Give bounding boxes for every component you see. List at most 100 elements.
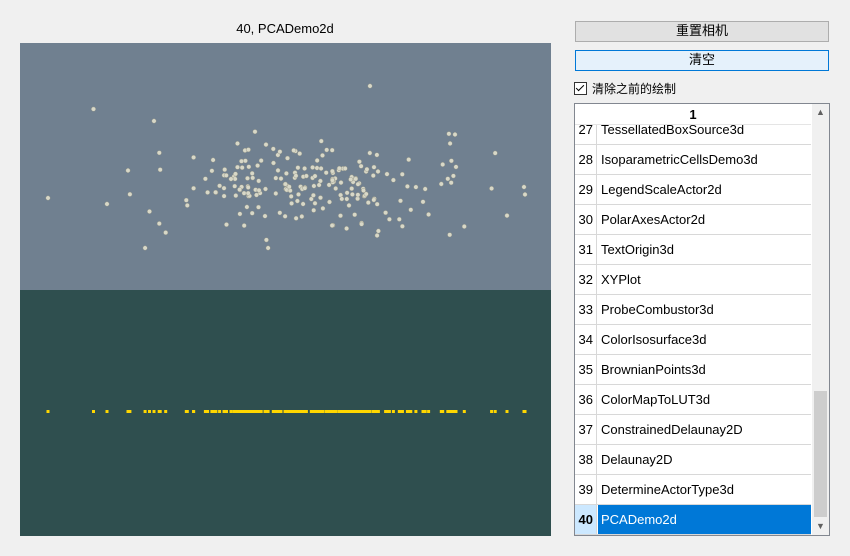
table-row[interactable]: 35 BrownianPoints3d: [575, 355, 811, 385]
scatter-point: [404, 183, 410, 189]
row-demo-name[interactable]: IsoparametricCellsDemo3d: [598, 145, 811, 174]
scatter-point: [336, 165, 342, 171]
table-row[interactable]: 27 TessellatedBoxSource3d: [575, 123, 811, 145]
vertical-scrollbar[interactable]: ▲ ▼: [812, 104, 829, 535]
scatter-point: [318, 166, 324, 171]
projected-point: [462, 410, 466, 413]
table-row[interactable]: 39 DetermineActorType3d: [575, 475, 811, 505]
row-demo-name[interactable]: XYPlot: [598, 265, 811, 294]
row-demo-name[interactable]: ColorMapToLUT3d: [598, 385, 811, 414]
scrollbar-thumb[interactable]: [814, 391, 827, 517]
table-row[interactable]: 37 ConstrainedDelaunay2D: [575, 415, 811, 445]
scatter-point: [263, 237, 269, 243]
projected-point: [143, 410, 147, 413]
scatter-point: [241, 190, 247, 196]
scatter-point: [355, 181, 361, 187]
row-demo-name[interactable]: BrownianPoints3d: [598, 355, 811, 384]
column-header[interactable]: 1: [575, 104, 811, 125]
scatter-point: [338, 213, 343, 219]
scatter-point: [297, 151, 303, 157]
scatter-point: [452, 132, 458, 137]
scatter-point: [125, 168, 131, 173]
row-demo-name[interactable]: PolarAxesActor2d: [598, 205, 811, 234]
projected-point: [505, 410, 509, 413]
scatter-point: [363, 191, 369, 197]
scatter-point: [314, 158, 320, 163]
scatter-point: [205, 189, 211, 195]
scatter-point: [349, 186, 355, 192]
row-demo-name[interactable]: ColorIsosurface3d: [598, 325, 811, 354]
table-row[interactable]: 34 ColorIsosurface3d: [575, 325, 811, 355]
table-row[interactable]: 38 Delaunay2D: [575, 445, 811, 475]
projected-point: [364, 410, 368, 413]
projected-point: [274, 410, 278, 413]
projected-point: [354, 410, 358, 413]
row-demo-name[interactable]: LegendScaleActor2d: [598, 175, 811, 204]
scatter-point: [157, 167, 163, 173]
scatter-point: [299, 214, 305, 219]
table-row[interactable]: 30 PolarAxesActor2d: [575, 205, 811, 235]
scatter-point: [45, 195, 51, 201]
scatter-point: [223, 172, 229, 178]
scatter-point: [461, 224, 467, 229]
projected-point: [328, 410, 331, 413]
row-demo-name[interactable]: Delaunay2D: [598, 445, 811, 474]
scatter-point: [348, 176, 354, 182]
scatter-point: [453, 164, 459, 170]
table-row[interactable]: 32 XYPlot: [575, 265, 811, 295]
scatter-point: [156, 221, 162, 227]
render-view[interactable]: [20, 43, 551, 536]
scatter-point: [356, 159, 362, 165]
clear-previous-checkbox[interactable]: [574, 81, 587, 95]
scatter-point: [147, 209, 152, 214]
scatter-point: [245, 190, 251, 196]
scatter-point: [318, 195, 323, 201]
row-demo-name[interactable]: PCADemo2d: [598, 505, 811, 534]
reset-camera-button[interactable]: 重置相机: [575, 21, 829, 42]
table-row[interactable]: 28 IsoparametricCellsDemo3d: [575, 145, 811, 175]
row-demo-name[interactable]: DetermineActorType3d: [598, 475, 811, 504]
scatter-point: [320, 153, 325, 158]
scatter-point: [163, 230, 169, 236]
scatter-point: [344, 226, 349, 231]
row-demo-name[interactable]: ProbeCombustor3d: [598, 295, 811, 324]
scatter-point: [386, 216, 392, 222]
scatter-point: [355, 192, 361, 198]
scatter-point: [359, 221, 364, 227]
scatter-point: [273, 191, 279, 196]
table-row[interactable]: 29 LegendScaleActor2d: [575, 175, 811, 205]
row-number: 30: [575, 205, 597, 234]
table-row[interactable]: 40 PCADemo2d: [575, 505, 811, 535]
chevron-up-icon[interactable]: ▲: [812, 104, 829, 121]
row-demo-name[interactable]: TextOrigin3d: [598, 235, 811, 264]
row-demo-name[interactable]: TessellatedBoxSource3d: [598, 123, 811, 144]
row-number: 36: [575, 385, 597, 414]
scatter-point: [446, 131, 452, 137]
clear-button[interactable]: 清空: [575, 50, 829, 71]
scatter-point: [252, 129, 258, 135]
scatter-point: [450, 173, 456, 179]
scatter-point: [352, 212, 358, 218]
chevron-down-icon[interactable]: ▼: [812, 518, 829, 535]
clear-previous-checkbox-row[interactable]: 清除之前的绘制: [574, 80, 676, 96]
scatter-point: [311, 207, 317, 213]
scatter-point: [263, 186, 268, 192]
table-row[interactable]: 31 TextOrigin3d: [575, 235, 811, 265]
scatter-point: [438, 181, 444, 187]
projected-point: [325, 410, 329, 413]
table-row[interactable]: 33 ProbeCombustor3d: [575, 295, 811, 325]
scatter-point: [191, 185, 197, 191]
scatter-point: [445, 176, 451, 182]
scatter-point: [399, 223, 405, 229]
checkmark-icon: [575, 82, 585, 91]
scatter-point: [245, 184, 251, 190]
scatter-point: [273, 175, 279, 181]
table-row[interactable]: 36 ColorMapToLUT3d: [575, 385, 811, 415]
scatter-point: [375, 228, 381, 234]
row-demo-name[interactable]: ConstrainedDelaunay2D: [598, 415, 811, 444]
demo-list-table[interactable]: 1 27 TessellatedBoxSource3d 28 Isoparametri…: [574, 103, 830, 536]
scatter-point: [239, 165, 245, 171]
projected-point: [223, 410, 227, 413]
projected-point: [126, 410, 130, 413]
scatter-point: [302, 166, 307, 171]
